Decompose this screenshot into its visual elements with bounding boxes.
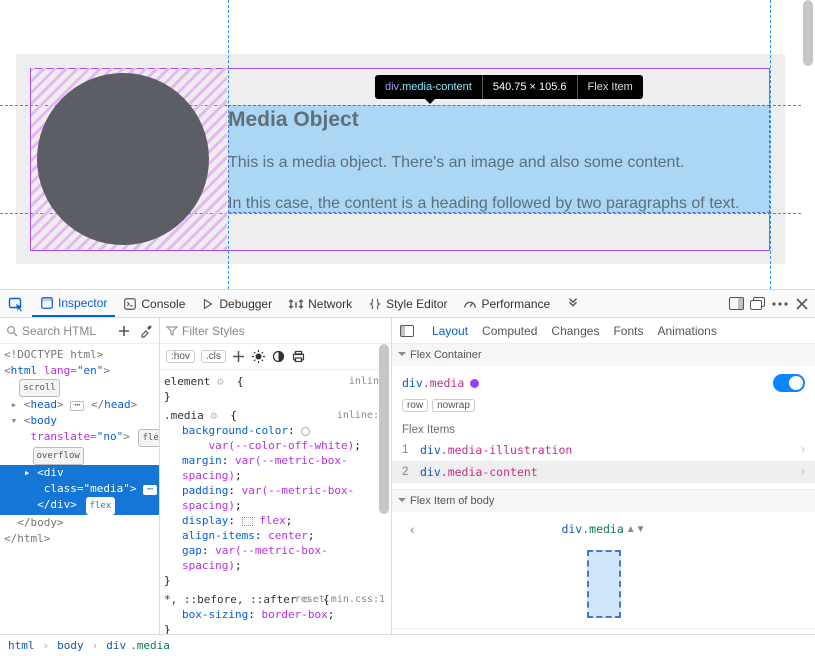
flex-badge[interactable]: flex: [138, 429, 159, 447]
flex-item-nav[interactable]: ‹ div.media▲▼: [402, 518, 805, 540]
flex-item-row[interactable]: 1 div.media-illustration ›: [402, 439, 805, 461]
markup-pane: Search HTML <!DOCTYPE html> <html lang="…: [0, 318, 160, 634]
flex-badge[interactable]: flex: [86, 497, 116, 515]
color-swatch-icon[interactable]: [301, 427, 310, 436]
media-illustration: [31, 68, 227, 250]
pseudo-hov-toggle[interactable]: :hov: [166, 350, 195, 363]
light-scheme-button[interactable]: [252, 350, 266, 364]
tab-fonts[interactable]: Fonts: [613, 324, 643, 338]
flex-item-diagram: [402, 540, 805, 622]
overlay-color-swatch[interactable]: [470, 379, 479, 388]
element-info-tooltip: div.media-content 540.75 × 105.6 Flex It…: [375, 75, 643, 99]
pick-element-button[interactable]: [0, 290, 32, 317]
search-html-input[interactable]: Search HTML: [0, 324, 111, 338]
tab-computed[interactable]: Computed: [482, 324, 537, 338]
cls-toggle[interactable]: .cls: [201, 350, 226, 363]
close-devtools-button[interactable]: [795, 297, 809, 311]
tabs-overflow[interactable]: [558, 290, 588, 317]
guide-line: [770, 0, 771, 289]
scroll-badge[interactable]: scroll: [19, 379, 60, 397]
flex-direction-chip: row: [402, 399, 428, 412]
devtools-toolbar: Inspector Console Debugger Network Style…: [0, 290, 815, 318]
media-paragraph: In this case, the content is a heading f…: [228, 195, 739, 213]
selected-dom-node[interactable]: ▸ <div: [0, 465, 159, 481]
flex-swatch-icon[interactable]: [242, 517, 253, 526]
meatballs-menu[interactable]: [773, 297, 787, 311]
tab-inspector[interactable]: Inspector: [32, 290, 115, 317]
print-media-button[interactable]: [292, 350, 306, 364]
flex-item-row[interactable]: 2 div.media-content ›: [392, 461, 815, 483]
tab-layout[interactable]: Layout: [432, 324, 468, 338]
tab-performance[interactable]: Performance: [455, 290, 558, 317]
filter-styles-input[interactable]: Filter Styles: [166, 324, 385, 338]
tab-animations[interactable]: Animations: [657, 324, 716, 338]
tab-changes[interactable]: Changes: [551, 324, 599, 338]
page-viewport: Media Object This is a media object. The…: [0, 0, 815, 290]
add-node-button[interactable]: [117, 324, 131, 338]
viewport-scrollbar[interactable]: [801, 0, 815, 289]
layout-pane: Layout Computed Changes Fonts Animations…: [392, 318, 815, 634]
flex-items-label: Flex Items: [402, 424, 805, 436]
tab-style-editor[interactable]: Style Editor: [360, 290, 455, 317]
media-paragraph: This is a media object. There's an image…: [228, 154, 684, 172]
add-rule-button[interactable]: [232, 350, 246, 364]
dark-scheme-button[interactable]: [272, 350, 286, 364]
breadcrumb[interactable]: html body div.media: [0, 634, 815, 656]
dock-window-button[interactable]: [751, 297, 765, 311]
eyedropper-button[interactable]: [139, 324, 153, 338]
sidebar-toggle-icon[interactable]: [400, 324, 414, 338]
flex-wrap-chip: nowrap: [432, 399, 475, 412]
dom-tree[interactable]: <!DOCTYPE html> <html lang="en"> scroll …: [0, 344, 159, 634]
dock-side-button[interactable]: [729, 297, 743, 311]
ellipsis-icon[interactable]: ⋯: [143, 485, 157, 495]
rules-pane: Filter Styles :hov .cls inline element ⚙…: [160, 318, 392, 634]
flex-overlay-toggle[interactable]: [773, 374, 805, 392]
rules-list[interactable]: inline element ⚙ {} inline:5 .media ⚙ { …: [160, 370, 391, 634]
rules-scrollbar[interactable]: [377, 344, 391, 634]
flex-container-section-header[interactable]: Flex Container: [392, 344, 815, 366]
flex-item-of-section-header[interactable]: Flex Item of body: [392, 490, 815, 512]
media-heading: Media Object: [228, 108, 359, 132]
ellipsis-icon[interactable]: ⋯: [70, 401, 84, 411]
tab-network[interactable]: Network: [280, 290, 360, 317]
tab-console[interactable]: Console: [115, 290, 193, 317]
tab-debugger[interactable]: Debugger: [193, 290, 280, 317]
overflow-badge[interactable]: overflow: [33, 447, 84, 465]
